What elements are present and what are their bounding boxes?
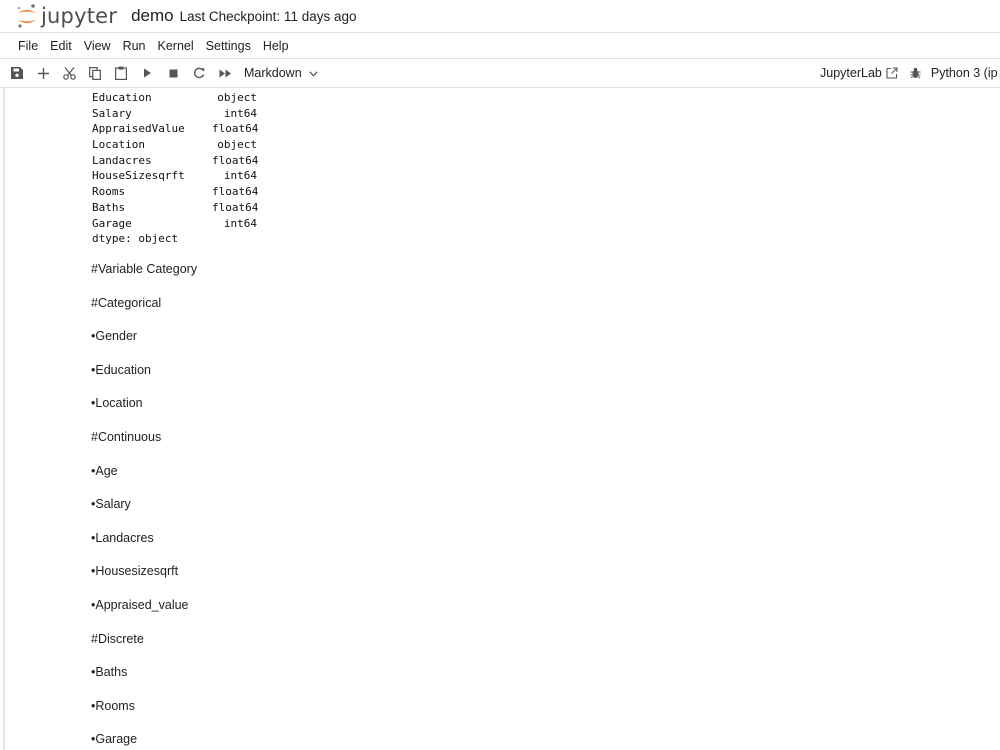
output-dtype-footer: dtype: object xyxy=(92,232,179,246)
markdown-line: •Housesizesqrft xyxy=(91,564,179,579)
output-row: AppraisedValue float64 xyxy=(92,122,259,136)
markdown-line: •Location xyxy=(91,396,143,411)
output-row: Location object xyxy=(92,138,257,152)
run-icon xyxy=(143,68,151,78)
notebook-panel: Education object Salary int64 AppraisedV… xyxy=(0,88,1000,750)
output-row: HouseSizesqrft int64 xyxy=(92,169,257,183)
menu-settings[interactable]: Settings xyxy=(200,39,257,53)
markdown-line: •Salary xyxy=(91,497,131,512)
notebook-name[interactable]: demo xyxy=(131,6,174,26)
notebook-toolbar: Markdown JupyterLab Python 3 (ip xyxy=(0,58,1000,88)
fast-forward-button[interactable] xyxy=(212,60,238,86)
markdown-line: •Appraised_value xyxy=(91,597,189,612)
jupyter-logo[interactable]: jupyter xyxy=(16,0,117,32)
menu-help[interactable]: Help xyxy=(257,39,295,53)
jupyterlab-link[interactable]: JupyterLab xyxy=(820,66,882,80)
paste-button[interactable] xyxy=(108,60,134,86)
cell-type-select[interactable]: Markdown xyxy=(244,66,318,80)
output-row: Garage int64 xyxy=(92,216,257,230)
debugger-bug-icon[interactable] xyxy=(910,67,921,79)
run-button[interactable] xyxy=(134,60,160,86)
stop-button[interactable] xyxy=(160,60,186,86)
save-button[interactable] xyxy=(4,60,30,86)
menu-view[interactable]: View xyxy=(78,39,117,53)
menu-edit[interactable]: Edit xyxy=(44,39,78,53)
menu-bar: File Edit View Run Kernel Settings Help xyxy=(0,32,1000,58)
output-row: Rooms float64 xyxy=(92,185,259,199)
cell-output: Education object Salary int64 AppraisedV… xyxy=(92,90,259,247)
markdown-line: •Garage xyxy=(91,732,138,747)
menu-run[interactable]: Run xyxy=(117,39,152,53)
markdown-line: •Baths xyxy=(91,665,128,680)
copy-button[interactable] xyxy=(82,60,108,86)
markdown-line: •Education xyxy=(91,362,151,377)
markdown-line: #Variable Category xyxy=(91,262,198,276)
fast-forward-icon xyxy=(219,69,231,77)
markdown-line: •Landacres xyxy=(91,530,154,545)
output-row: Education object xyxy=(92,91,257,104)
chevron-down-icon xyxy=(309,71,318,77)
notebook-header: jupyter demo Last Checkpoint: 11 days ag… xyxy=(0,0,1000,32)
jupyter-logo-text: jupyter xyxy=(41,4,118,28)
stop-icon xyxy=(169,69,177,77)
kernel-name[interactable]: Python 3 (ip xyxy=(931,66,998,80)
markdown-line: •Gender xyxy=(91,329,138,344)
cell-type-value: Markdown xyxy=(244,66,302,80)
copy-icon xyxy=(89,66,101,80)
markdown-line: #Discrete xyxy=(91,631,144,646)
cut-button[interactable] xyxy=(56,60,82,86)
cut-icon xyxy=(62,66,76,80)
jupyter-logo-icon xyxy=(17,4,36,28)
add-cell-button[interactable] xyxy=(30,60,56,86)
markdown-line: •Rooms xyxy=(91,698,135,713)
menu-file[interactable]: File xyxy=(12,39,44,53)
restart-icon xyxy=(194,67,205,79)
paste-icon xyxy=(115,66,127,80)
toolbar-right: JupyterLab Python 3 (ip xyxy=(820,59,1000,87)
markdown-line: #Continuous xyxy=(91,429,162,444)
output-row: Landacres float64 xyxy=(92,153,259,167)
external-link-icon[interactable] xyxy=(886,67,898,79)
last-checkpoint: Last Checkpoint: 11 days ago xyxy=(179,8,357,24)
menu-kernel[interactable]: Kernel xyxy=(152,39,200,53)
output-row: Salary int64 xyxy=(92,106,257,120)
markdown-line: #Categorical xyxy=(91,295,162,310)
output-row: Baths float64 xyxy=(92,200,259,214)
markdown-line: •Age xyxy=(91,463,118,478)
save-icon xyxy=(11,67,23,79)
markdown-cell[interactable]: #Variable Category #Categorical •Gender … xyxy=(91,260,197,750)
restart-button[interactable] xyxy=(186,60,212,86)
add-cell-icon xyxy=(37,67,49,79)
